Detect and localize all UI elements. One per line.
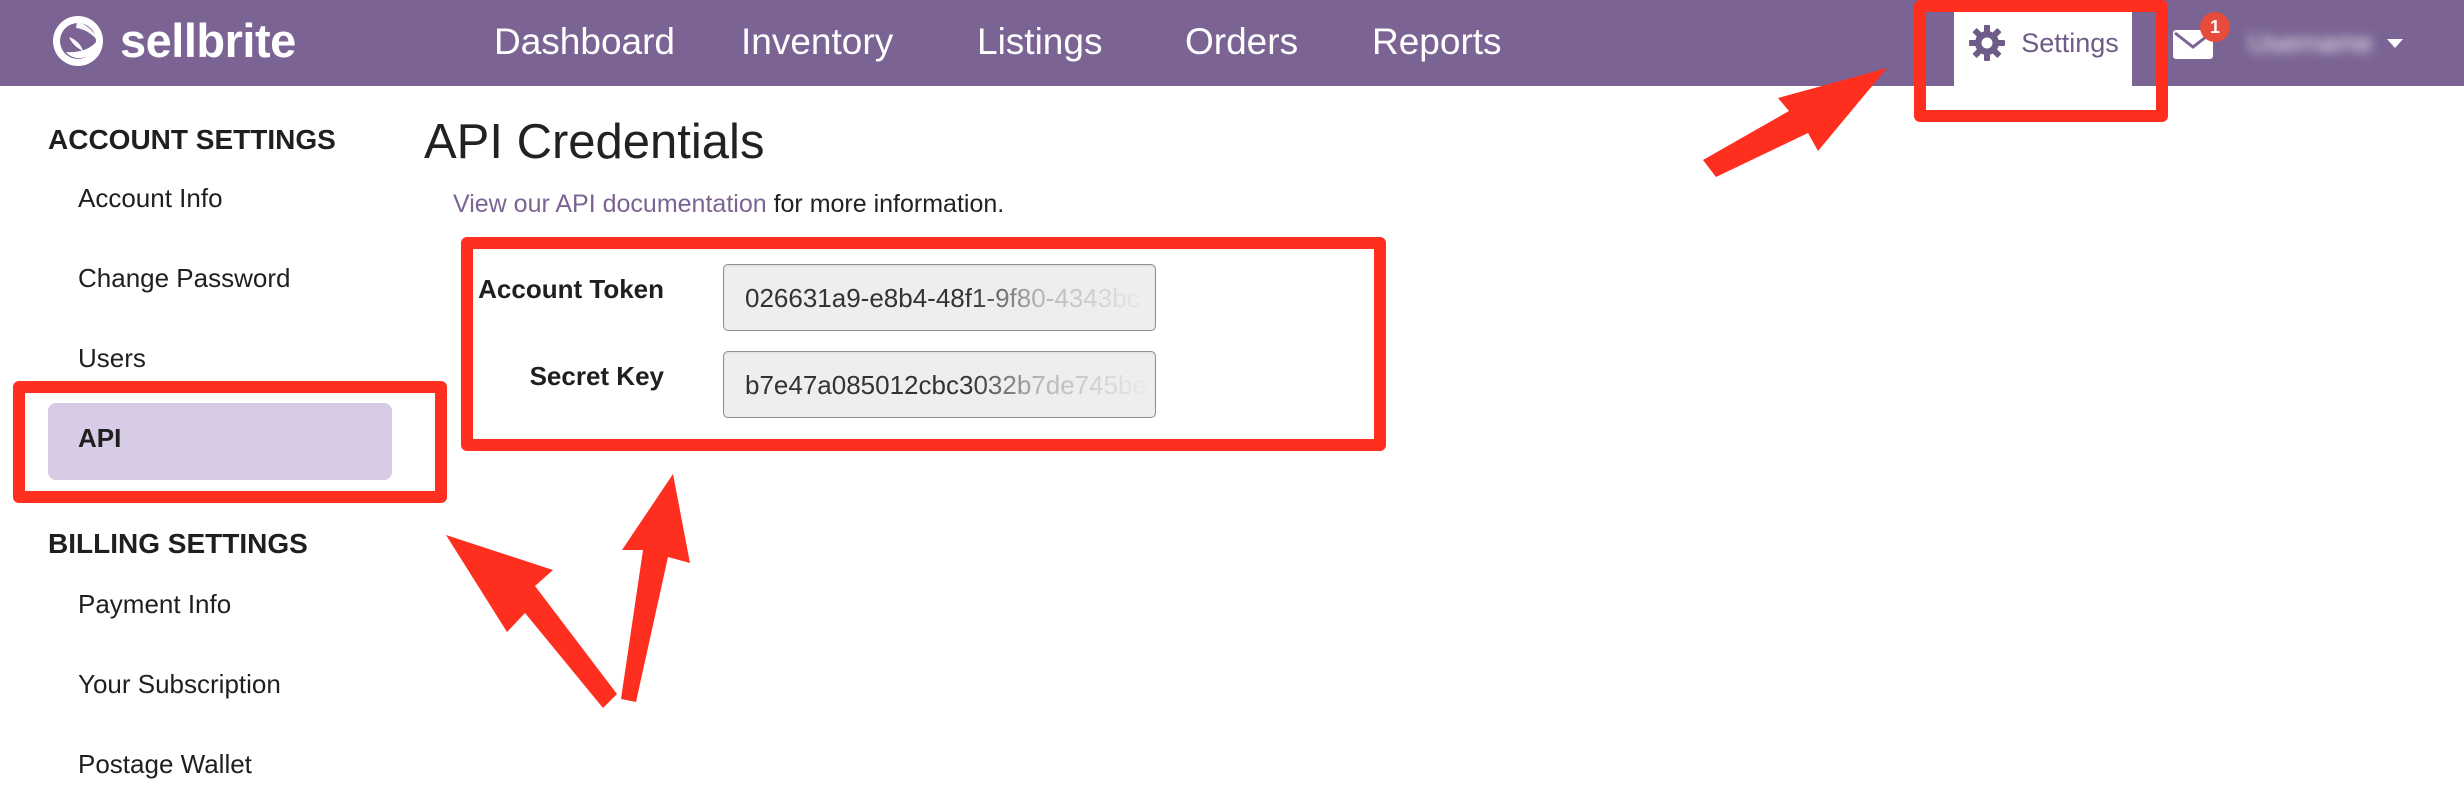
account-token-label: Account Token <box>478 274 664 304</box>
api-documentation-suffix: for more information. <box>766 190 1005 218</box>
sidebar-item-api[interactable]: API <box>48 403 392 480</box>
secret-key-row: Secret Key b7e47a085012cbc3032b7de745be7… <box>420 351 1420 421</box>
secret-key-field[interactable]: b7e47a085012cbc3032b7de745be7a <box>723 351 1156 418</box>
top-navigation-bar: sellbrite Dashboard Inventory Listings O… <box>0 0 2464 86</box>
notification-badge: 1 <box>2200 12 2230 42</box>
settings-tab[interactable]: Settings <box>1954 0 2132 86</box>
nav-listings[interactable]: Listings <box>977 16 1102 68</box>
billing-settings-heading: BILLING SETTINGS <box>48 528 308 559</box>
gear-icon <box>1969 25 2006 61</box>
settings-sidebar: ACCOUNT SETTINGS Account Info Change Pas… <box>0 86 420 797</box>
account-token-field[interactable]: 026631a9-e8b4-48f1-9f80-4343bc <box>723 264 1156 331</box>
messages-button[interactable]: 1 <box>2168 12 2230 66</box>
api-documentation-line: View our API documentation for more info… <box>453 190 1004 219</box>
account-settings-heading: ACCOUNT SETTINGS <box>48 124 336 155</box>
sidebar-item-payment-info[interactable]: Payment Info <box>78 589 378 620</box>
secret-key-value: b7e47a085012cbc3032b7de745be7a <box>745 370 1153 400</box>
page: sellbrite Dashboard Inventory Listings O… <box>0 0 2464 797</box>
sidebar-item-change-password[interactable]: Change Password <box>78 263 378 294</box>
sidebar-item-account-info[interactable]: Account Info <box>78 183 378 214</box>
settings-label: Settings <box>2021 27 2119 58</box>
sidebar-item-users[interactable]: Users <box>78 343 378 374</box>
nav-dashboard[interactable]: Dashboard <box>494 16 675 68</box>
account-token-value: 026631a9-e8b4-48f1-9f80-4343bc <box>745 283 1140 313</box>
sellbrite-logo-icon <box>53 16 103 66</box>
sidebar-item-postage-wallet[interactable]: Postage Wallet <box>78 749 378 780</box>
sidebar-item-api-label: API <box>78 423 122 453</box>
brand-name: sellbrite <box>120 14 296 67</box>
sellbrite-logo[interactable]: sellbrite <box>48 8 296 74</box>
nav-orders[interactable]: Orders <box>1185 16 1298 68</box>
secret-key-label: Secret Key <box>529 361 664 391</box>
api-documentation-link[interactable]: View our API documentation <box>453 190 767 218</box>
chevron-down-icon <box>2387 39 2403 48</box>
account-token-row: Account Token 026631a9-e8b4-48f1-9f80-43… <box>420 264 1420 334</box>
nav-reports[interactable]: Reports <box>1372 16 1502 68</box>
nav-inventory[interactable]: Inventory <box>741 16 893 68</box>
sidebar-item-your-subscription[interactable]: Your Subscription <box>78 669 378 700</box>
user-name: Username <box>2248 30 2373 56</box>
page-title: API Credentials <box>424 115 765 169</box>
api-credentials-panel: API Credentials View our API documentati… <box>420 86 2220 797</box>
user-menu[interactable]: Username <box>2248 25 2408 61</box>
